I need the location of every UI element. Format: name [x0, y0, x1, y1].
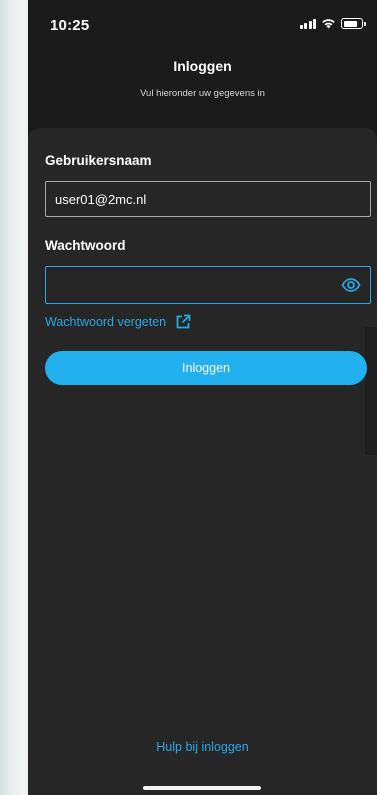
forgot-password-link[interactable]: Wachtwoord vergeten [45, 314, 191, 330]
signal-icon [299, 18, 316, 29]
side-panel-handle [365, 327, 377, 455]
help-login-link[interactable]: Hulp bij inloggen [28, 740, 377, 754]
password-label: Wachtwoord [45, 238, 126, 253]
eye-icon[interactable] [341, 277, 361, 293]
page-title: Inloggen [173, 58, 232, 74]
wifi-icon [322, 19, 335, 29]
password-field[interactable] [45, 266, 371, 304]
login-button[interactable]: Inloggen [45, 351, 367, 385]
phone-screen: 10:25 Inloggen Vul hieronder uw gegevens… [28, 0, 377, 795]
status-time: 10:25 [50, 17, 90, 34]
external-link-icon [176, 314, 191, 329]
page-subtitle: Vul hieronder uw gegevens in [140, 88, 265, 99]
home-indicator[interactable] [143, 786, 261, 790]
username-field[interactable] [45, 181, 371, 217]
login-sheet [28, 128, 377, 795]
forgot-password-label: Wachtwoord vergeten [45, 315, 167, 329]
battery-icon [341, 18, 366, 29]
username-label: Gebruikersnaam [45, 153, 152, 168]
status-icons [299, 18, 366, 29]
status-bar: 10:25 [28, 0, 377, 50]
